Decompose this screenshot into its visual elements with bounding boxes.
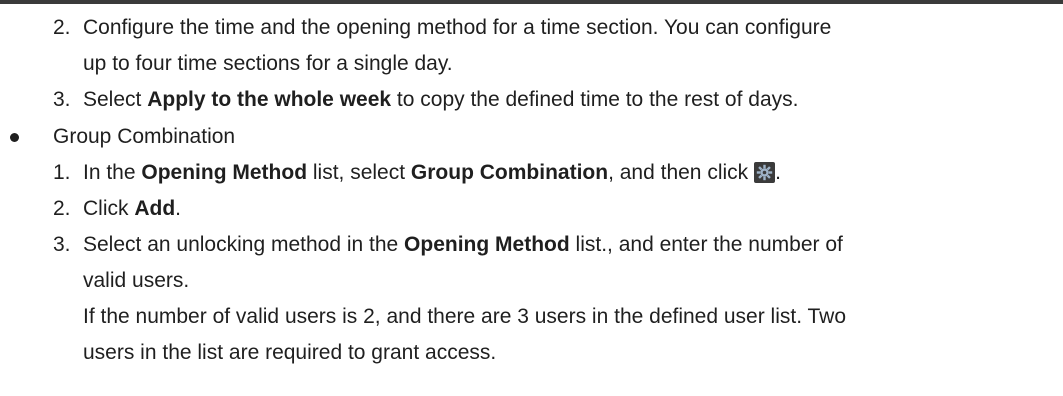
step-text: Select an unlocking method in the bbox=[83, 233, 405, 256]
note-text: users in the list are required to grant … bbox=[83, 341, 497, 364]
group-combination-label: Group Combination bbox=[410, 161, 609, 184]
step-number: 2. bbox=[53, 197, 71, 220]
group-step-3-line-2: valid users. bbox=[83, 267, 189, 295]
step-number: 3. bbox=[53, 88, 71, 111]
apply-whole-week-label: Apply to the whole week bbox=[147, 88, 392, 111]
opening-method-label: Opening Method bbox=[404, 233, 570, 256]
step-number: 1. bbox=[53, 161, 71, 184]
step-text: In the bbox=[83, 161, 142, 184]
step-text: Click bbox=[83, 197, 135, 220]
group-step-1: 1. In the Opening Method list, select Gro… bbox=[53, 159, 781, 187]
group-combination-heading: Group Combination bbox=[53, 123, 235, 151]
top-divider bbox=[0, 0, 1063, 4]
settings-button[interactable] bbox=[754, 162, 776, 183]
note-line-2: users in the list are required to grant … bbox=[83, 339, 496, 367]
note-line-1: If the number of valid users is 2, and t… bbox=[83, 303, 846, 331]
step-text: . bbox=[175, 197, 182, 220]
group-step-2: 2. Click Add. bbox=[53, 195, 181, 223]
step-text: list., and enter the number of bbox=[569, 233, 843, 256]
bullet-dot bbox=[10, 133, 19, 142]
step-text: Select bbox=[83, 88, 148, 111]
time-step-3: 3. Select Apply to the whole week to copy… bbox=[53, 86, 798, 114]
step-number: 2. bbox=[53, 16, 71, 39]
step-text: list, select bbox=[307, 161, 411, 184]
gear-icon bbox=[756, 164, 773, 181]
add-label: Add bbox=[134, 197, 176, 220]
time-step-2-line-2: up to four time sections for a single da… bbox=[83, 50, 453, 78]
step-text: . bbox=[775, 161, 782, 184]
note-text: If the number of valid users is 2, and t… bbox=[83, 305, 847, 328]
opening-method-label: Opening Method bbox=[141, 161, 308, 184]
step-text: up to four time sections for a single da… bbox=[83, 52, 453, 75]
step-text: valid users. bbox=[83, 269, 190, 292]
step-number: 3. bbox=[53, 233, 71, 256]
step-text: , and then click bbox=[608, 161, 749, 184]
group-step-3-line-1: 3. Select an unlocking method in the Open… bbox=[53, 231, 843, 259]
step-text: to copy the defined time to the rest of … bbox=[391, 88, 799, 111]
time-step-2-line-1: 2. Configure the time and the opening met… bbox=[53, 14, 831, 42]
bullet-label: Group Combination bbox=[53, 125, 236, 148]
step-text: Configure the time and the opening metho… bbox=[83, 16, 832, 39]
